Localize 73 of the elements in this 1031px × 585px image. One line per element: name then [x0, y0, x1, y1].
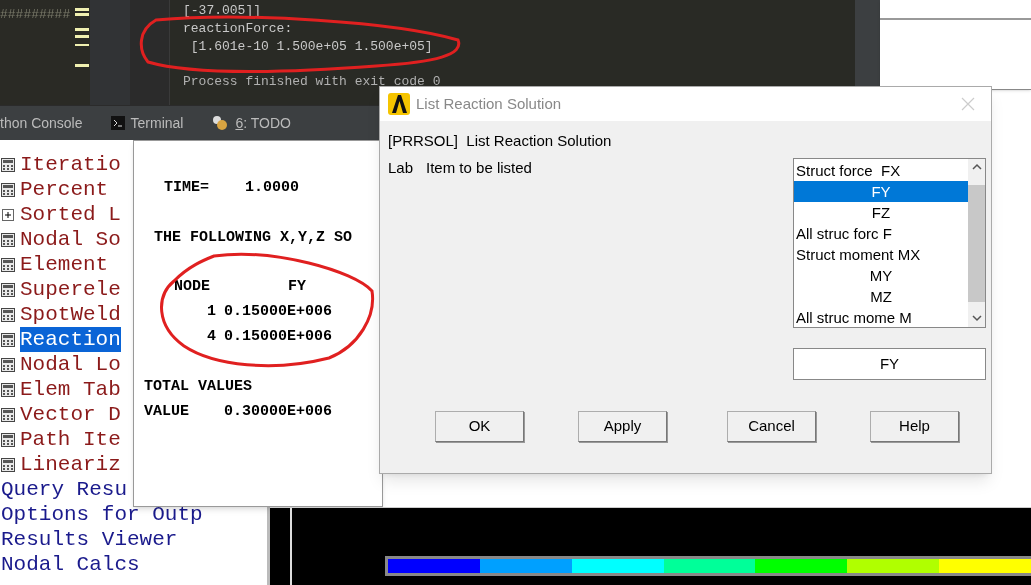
console-line: reactionForce: [183, 20, 294, 38]
table-icon [1, 407, 15, 422]
tool-tab[interactable]: thon Console [0, 112, 83, 134]
tree-item[interactable]: Path Ite [20, 427, 121, 452]
list-item[interactable]: Struct force FX [794, 160, 968, 181]
tool-tab[interactable]: 6: TODO [211, 112, 291, 134]
table-cell-text: 0.15000E+006 [224, 327, 333, 347]
listing-text: TOTAL VALUES [143, 377, 254, 397]
tree-item[interactable]: Lineariz [20, 452, 121, 477]
table-icon [1, 282, 15, 297]
dialog-button[interactable]: Cancel [727, 411, 816, 442]
console-line: [1.601e-10 1.500e+05 1.500e+05] [189, 38, 434, 56]
tree-item[interactable]: Sorted L [20, 202, 121, 227]
total-label: VALUE [144, 402, 190, 422]
tree-item[interactable]: Options for Outp [1, 502, 203, 527]
tree-item[interactable]: Element [20, 252, 109, 277]
scroll-thumb[interactable] [968, 185, 985, 302]
table-cell-text: 1 [206, 302, 217, 322]
tree-item[interactable]: Nodal So [20, 227, 121, 252]
list-item[interactable]: All struc forc F [794, 223, 968, 244]
table-cell-text: 0.15000E+006 [224, 302, 333, 322]
todo-icon [211, 115, 230, 131]
list-item[interactable]: FY [794, 181, 968, 202]
item-list[interactable]: Struct force FX FY FZ All struc forc F Struct moment MX MY MZ All struc mome M [793, 158, 986, 328]
terminal-icon [110, 116, 125, 130]
field-label: Lab [388, 157, 414, 178]
list-item[interactable]: FZ [794, 202, 968, 223]
tree-item[interactable]: Percent [20, 177, 109, 202]
column-header: NODE [174, 277, 211, 297]
total-value: 0.30000E+006 [224, 402, 333, 422]
editor-text: ######### [0, 6, 71, 24]
tree-item[interactable]: Results Viewer [1, 527, 178, 552]
dialog-button[interactable]: OK [435, 411, 524, 442]
list-item[interactable]: MZ [794, 286, 968, 307]
tree-item[interactable]: Query Resu [1, 477, 128, 502]
expand-icon[interactable] [2, 208, 14, 221]
console-status: Process finished with exit code 0 [183, 73, 442, 91]
table-icon [1, 432, 15, 447]
scroll-markers-drawing [75, 8, 89, 68]
dialog-button[interactable]: Apply [578, 411, 667, 442]
table-icon [1, 357, 15, 372]
table-icon [1, 257, 15, 272]
command-label: [PRRSOL] List Reaction Solution [388, 131, 613, 151]
window-title: List Reaction Solution [416, 93, 563, 114]
logo-icon [388, 93, 410, 115]
table-icon [1, 307, 15, 322]
tree-item[interactable]: Nodal Calcs [1, 552, 140, 577]
table-icon [1, 382, 15, 397]
table-icon [1, 157, 15, 172]
list-item[interactable]: MY [794, 265, 968, 286]
column-header: FY [287, 277, 306, 297]
list-item[interactable]: All struc mome M [794, 307, 968, 328]
table-icon [1, 182, 15, 197]
console-line: [-37.005]] [183, 2, 262, 20]
dialog-button[interactable]: Help [870, 411, 959, 442]
tree-item[interactable]: Iteratio [20, 152, 121, 177]
tree-item[interactable]: Elem Tab [20, 377, 121, 402]
list-item[interactable]: Struct moment MX [794, 244, 968, 265]
tree-item[interactable]: Superele [20, 277, 121, 302]
value-field[interactable]: FY [793, 348, 986, 380]
table-icon [1, 332, 15, 347]
listing-text: TIME= 1.0000 [163, 178, 301, 198]
table-icon [1, 232, 15, 247]
tool-tab[interactable]: Terminal [110, 112, 184, 134]
tree-item[interactable]: Nodal Lo [20, 352, 121, 377]
tree-item[interactable]: Reaction [20, 327, 121, 352]
table-cell-text: 4 [206, 327, 217, 347]
tree-item[interactable]: Vector D [20, 402, 121, 427]
table-icon [1, 457, 15, 472]
listing-text: THE FOLLOWING X,Y,Z SO [153, 228, 354, 248]
field-description: Item to be listed [426, 157, 532, 178]
tree-item[interactable]: SpotWeld [20, 302, 121, 327]
scrollbar[interactable] [968, 159, 985, 327]
